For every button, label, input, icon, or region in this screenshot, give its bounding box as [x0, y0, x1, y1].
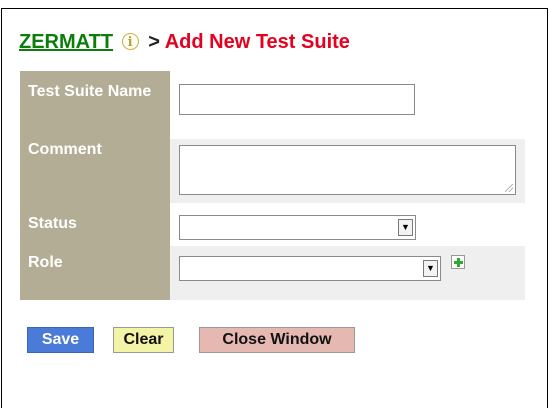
clear-button[interactable]: Clear	[113, 327, 174, 353]
comment-textarea[interactable]	[179, 145, 516, 195]
comment-cell	[170, 139, 525, 203]
role-select[interactable]: ▼	[179, 256, 441, 281]
info-icon[interactable]: i	[121, 33, 139, 50]
status-select[interactable]: ▼	[179, 215, 416, 240]
status-cell: ▼	[170, 203, 525, 246]
add-plus-icon[interactable]	[451, 255, 465, 269]
row-status: Status ▼	[20, 203, 525, 246]
row-role: Role ▼	[20, 246, 525, 300]
status-label: Status	[20, 203, 170, 246]
chevron-down-icon[interactable]: ▼	[423, 260, 438, 277]
row-name: Test Suite Name	[20, 71, 525, 139]
resize-grip-icon[interactable]	[505, 184, 513, 192]
brand-link[interactable]: ZERMATT	[19, 31, 113, 53]
test-suite-form: Test Suite Name Comment Status ▼ Role ▼	[20, 71, 525, 300]
name-label: Test Suite Name	[20, 71, 170, 139]
page-title: Add New Test Suite	[164, 31, 350, 53]
close-window-button[interactable]: Close Window	[199, 327, 355, 353]
chevron-down-icon[interactable]: ▼	[398, 219, 413, 236]
test-suite-name-input[interactable]	[179, 84, 415, 115]
row-comment: Comment	[20, 139, 525, 203]
breadcrumb-separator: >	[148, 31, 160, 53]
role-cell: ▼	[170, 246, 525, 300]
breadcrumb: ZERMATT i > Add New Test Suite	[19, 28, 350, 56]
save-button[interactable]: Save	[27, 327, 94, 353]
name-cell	[170, 71, 525, 139]
role-label: Role	[20, 246, 170, 300]
comment-label: Comment	[20, 139, 170, 203]
